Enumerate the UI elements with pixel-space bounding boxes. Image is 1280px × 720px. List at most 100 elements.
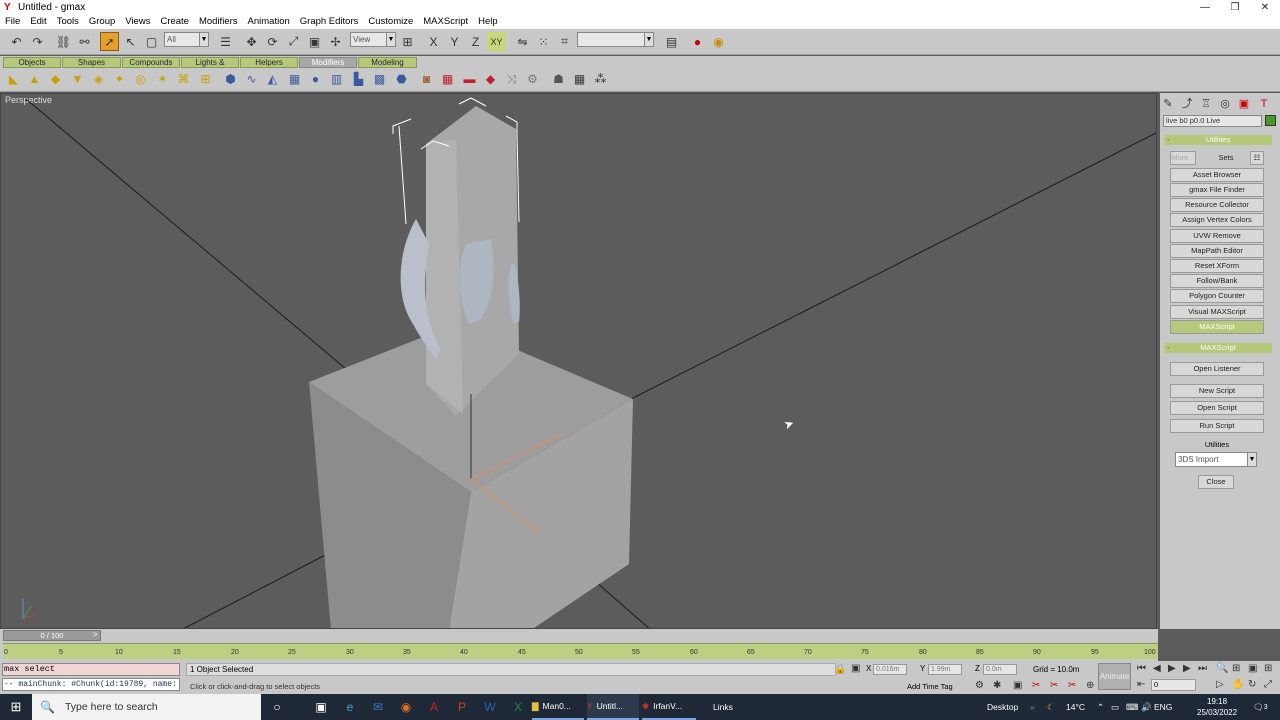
lattice-icon[interactable]: ⌘ <box>175 71 192 88</box>
unlink-icon[interactable]: ⚯ <box>75 32 94 51</box>
render-icon[interactable]: ◉ <box>709 32 728 51</box>
configure-sets-icon[interactable]: ☷ <box>1250 151 1264 165</box>
lock-selection-icon[interactable]: 🔒 <box>834 664 846 675</box>
percent-snap-icon[interactable]: ▣ <box>1013 680 1022 691</box>
object-color-swatch[interactable] <box>1265 115 1276 126</box>
utilities-tab-icon[interactable]: T <box>1256 96 1272 112</box>
named-selection-sets-select[interactable]: ▼ <box>577 32 654 47</box>
key-mode-icon[interactable]: ⇤ <box>1137 679 1145 690</box>
open-listener-button[interactable]: Open Listener <box>1170 362 1264 376</box>
previous-frame-icon[interactable]: ◀ <box>1153 663 1161 674</box>
create-tab-icon[interactable]: ✎ <box>1160 96 1176 112</box>
gmax-file-finder-button[interactable]: gmax File Finder <box>1170 183 1264 197</box>
powerpoint-icon[interactable]: P <box>453 698 471 716</box>
time-slider[interactable]: 0 / 100 <box>3 630 101 641</box>
edge-snap-icon[interactable]: ⊕ <box>1086 680 1094 691</box>
go-to-start-icon[interactable]: ⏮ <box>1137 663 1146 674</box>
ffd-icon[interactable]: ⊞ <box>197 71 214 88</box>
system-clock[interactable]: 19:18 25/03/2022 <box>1197 696 1237 718</box>
assign-vertex-colors-button[interactable]: Assign Vertex Colors <box>1170 213 1264 227</box>
volume-icon[interactable]: 🔊 <box>1141 694 1152 720</box>
selection-lock-icon[interactable]: ✂ <box>1050 680 1058 691</box>
close-button[interactable]: Close <box>1198 475 1234 489</box>
maximize-viewport-icon[interactable]: ⤢ <box>1264 679 1272 690</box>
current-frame-field[interactable]: 0 <box>1151 679 1196 691</box>
polygon-counter-button[interactable]: Polygon Counter <box>1170 289 1264 303</box>
perspective-viewport[interactable]: Perspective ➤ <box>0 93 1157 629</box>
play-icon[interactable]: ▶ <box>1168 663 1176 674</box>
spinner-snap-icon[interactable]: ✂ <box>1032 680 1040 691</box>
extrude-icon[interactable]: ◙ <box>418 71 435 88</box>
menu-maxscript[interactable]: MAXScript <box>418 16 473 27</box>
axis-y-icon[interactable]: Y <box>445 32 464 51</box>
pivot-center-icon[interactable]: ⊞ <box>398 32 417 51</box>
vertex-paint-icon[interactable]: ⁂ <box>592 71 609 88</box>
visual-maxscript-button[interactable]: Visual MAXScript <box>1170 305 1264 319</box>
notification-center-icon[interactable]: 🗨 3 <box>1253 694 1268 720</box>
material-editor-icon[interactable]: ● <box>688 32 707 51</box>
zoom-extents-all-icon[interactable]: ⊞ <box>1264 663 1272 674</box>
smooth-icon[interactable]: ⚙ <box>524 71 541 88</box>
microsoft-store-icon[interactable]: ▣ <box>312 698 330 716</box>
edge-browser-icon[interactable]: e <box>341 698 359 716</box>
tray-overflow-icon[interactable]: » <box>1030 694 1035 720</box>
follow-bank-button[interactable]: Follow/Bank <box>1170 274 1264 288</box>
next-frame-icon[interactable]: ▶ <box>1183 663 1191 674</box>
mesh-select-icon[interactable]: ⬢ <box>222 71 239 88</box>
lathe-icon[interactable]: ▦ <box>439 71 456 88</box>
menu-views[interactable]: Views <box>120 16 155 27</box>
tab-modeling[interactable]: Modeling <box>358 57 417 68</box>
angle-snap-icon[interactable]: ✱ <box>993 680 1001 691</box>
menu-help[interactable]: Help <box>473 16 503 27</box>
menu-modifiers[interactable]: Modifiers <box>194 16 243 27</box>
uvw-remove-button[interactable]: UVW Remove <box>1170 229 1264 243</box>
show-hidden-icons-icon[interactable]: ⌃ <box>1097 694 1104 720</box>
edit-mesh-icon[interactable]: ⬣ <box>393 71 410 88</box>
axis-xy-icon[interactable]: XY <box>487 32 506 51</box>
taskbar-task-gmax[interactable]: Y Untitl... <box>587 694 639 720</box>
optimize-icon[interactable]: ▩ <box>371 71 388 88</box>
run-script-button[interactable]: Run Script <box>1170 419 1264 433</box>
taskbar-task-explorer[interactable]: ▇ Man0... <box>532 694 584 720</box>
windows-start-icon[interactable]: ⊞ <box>0 694 32 720</box>
x-coordinate-field[interactable]: 0.016m <box>873 664 907 675</box>
menu-graph-editors[interactable]: Graph Editors <box>295 16 364 27</box>
object-name-field[interactable]: live b0 p0.0 Live <box>1163 115 1262 127</box>
axis-x-icon[interactable]: X <box>424 32 443 51</box>
sets-button[interactable]: Sets <box>1208 151 1244 165</box>
uvw-map-icon[interactable]: ▦ <box>286 71 303 88</box>
menu-group[interactable]: Group <box>84 16 120 27</box>
slider-next-icon[interactable]: > <box>93 630 98 639</box>
asset-browser-button[interactable]: Asset Browser <box>1170 168 1264 182</box>
skew-icon[interactable]: ✦ <box>111 71 128 88</box>
xform-icon[interactable]: ⤨ <box>503 71 520 88</box>
snap-toggle-icon[interactable]: ⚙ <box>975 680 984 691</box>
select-by-name-icon[interactable]: ↖ <box>121 32 140 51</box>
minimize-button[interactable]: — <box>1190 2 1220 13</box>
add-time-tag[interactable]: Add Time Tag <box>907 682 953 691</box>
network-icon[interactable]: ▭ <box>1111 694 1119 720</box>
open-script-button[interactable]: Open Script <box>1170 401 1264 415</box>
y-coordinate-field[interactable]: 1.99m <box>928 664 962 675</box>
resource-collector-button[interactable]: Resource Collector <box>1170 198 1264 212</box>
reset-xform-button[interactable]: Reset XForm <box>1170 259 1264 273</box>
utilities-dropdown[interactable]: 3DS Import ▼ <box>1175 452 1257 467</box>
modify-tab-icon[interactable]: ⤴ <box>1179 96 1195 112</box>
wave-icon[interactable]: ✶ <box>154 71 171 88</box>
weather-temp[interactable]: 14°C <box>1066 694 1085 720</box>
excel-icon[interactable]: X <box>509 698 527 716</box>
zoom-icon[interactable]: 🔍 <box>1216 663 1228 674</box>
edit-spline-icon[interactable]: ∿ <box>243 71 260 88</box>
menu-file[interactable]: File <box>0 16 25 27</box>
track-view-icon[interactable]: ▤ <box>662 32 681 51</box>
restore-button[interactable]: ❐ <box>1220 2 1250 13</box>
language-indicator[interactable]: ENG <box>1154 694 1172 720</box>
mirror-icon[interactable]: ⇋ <box>513 32 532 51</box>
keyboard-icon[interactable]: ⌨ <box>1126 694 1138 720</box>
mappath-editor-button[interactable]: MapPath Editor <box>1170 244 1264 258</box>
hierarchy-tab-icon[interactable]: ♖ <box>1198 96 1214 112</box>
track-bar[interactable]: 0 5 10 15 20 25 30 35 40 45 50 55 60 65 … <box>3 643 1158 659</box>
tab-shapes[interactable]: Shapes <box>62 57 121 68</box>
arc-rotate-icon[interactable]: ↻ <box>1248 679 1256 690</box>
stretch-icon[interactable]: ◈ <box>90 71 107 88</box>
